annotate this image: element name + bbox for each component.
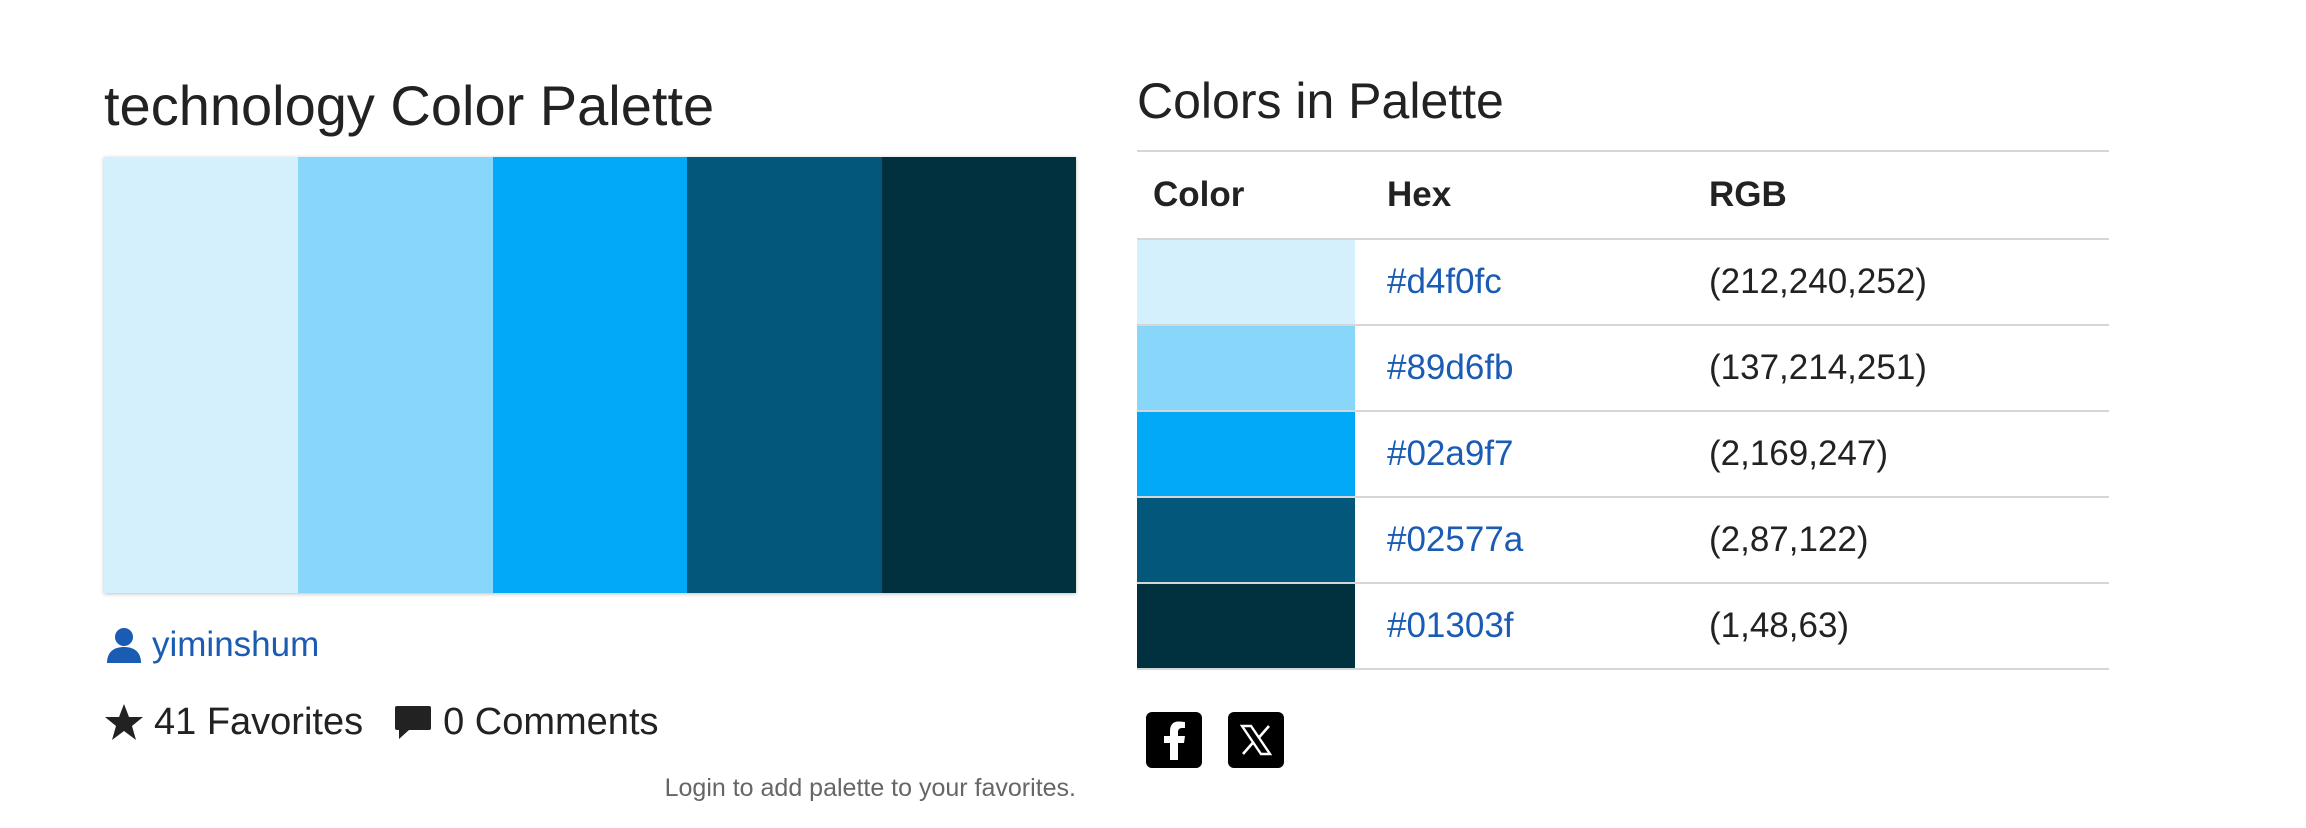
rgb-value: (1,48,63)	[1693, 583, 2109, 670]
rgb-value: (137,214,251)	[1693, 325, 2109, 412]
hex-link[interactable]: #d4f0fc	[1387, 262, 1502, 301]
table-row: #89d6fb (137,214,251)	[1137, 325, 2109, 412]
rgb-value: (212,240,252)	[1693, 239, 2109, 326]
palette-preview	[104, 157, 1077, 593]
colors-table: Color Hex RGB #d4f0fc (212,240,252) #89d…	[1137, 150, 2109, 670]
page-title: technology Color Palette	[104, 74, 715, 137]
palette-swatch-5	[881, 157, 1077, 593]
table-row: #d4f0fc (212,240,252)	[1137, 239, 2109, 326]
x-share-button[interactable]	[1228, 712, 1284, 768]
table-header-row: Color Hex RGB	[1137, 150, 2109, 240]
favorites-stat[interactable]: 41 Favorites	[104, 701, 363, 744]
table-row: #01303f (1,48,63)	[1137, 583, 2109, 670]
color-swatch	[1137, 498, 1355, 582]
facebook-icon	[1159, 720, 1189, 760]
palette-swatch-2	[298, 157, 493, 593]
comments-count: 0 Comments	[443, 700, 659, 743]
color-swatch	[1137, 584, 1355, 668]
section-title: Colors in Palette	[1137, 73, 1504, 129]
color-swatch	[1137, 240, 1355, 324]
hex-link[interactable]: #02a9f7	[1387, 434, 1514, 473]
stats-row: 41 Favorites 0 Comments	[104, 696, 689, 748]
comments-stat[interactable]: 0 Comments	[393, 700, 659, 744]
table-row: #02577a (2,87,122)	[1137, 497, 2109, 584]
user-icon	[104, 625, 144, 665]
author-row: yiminshum	[104, 620, 319, 670]
x-icon	[1239, 723, 1273, 757]
color-swatch	[1137, 412, 1355, 496]
header-hex: Hex	[1371, 150, 1693, 240]
hex-link[interactable]: #02577a	[1387, 520, 1523, 559]
hex-link[interactable]: #01303f	[1387, 606, 1514, 645]
rgb-value: (2,87,122)	[1693, 497, 2109, 584]
share-buttons	[1146, 712, 1284, 768]
header-color: Color	[1137, 150, 1371, 240]
favorites-count: 41 Favorites	[154, 700, 364, 743]
palette-swatch-1	[104, 157, 299, 593]
login-note: Login to add palette to your favorites.	[664, 774, 1076, 802]
color-swatch	[1137, 326, 1355, 410]
table-row: #02a9f7 (2,169,247)	[1137, 411, 2109, 498]
star-icon	[104, 702, 144, 742]
header-rgb: RGB	[1693, 150, 2109, 240]
hex-link[interactable]: #89d6fb	[1387, 348, 1514, 387]
author-link[interactable]: yiminshum	[152, 625, 319, 665]
rgb-value: (2,169,247)	[1693, 411, 2109, 498]
facebook-share-button[interactable]	[1146, 712, 1202, 768]
palette-swatch-4	[687, 157, 882, 593]
comment-icon	[393, 702, 433, 742]
palette-swatch-3	[492, 157, 688, 593]
